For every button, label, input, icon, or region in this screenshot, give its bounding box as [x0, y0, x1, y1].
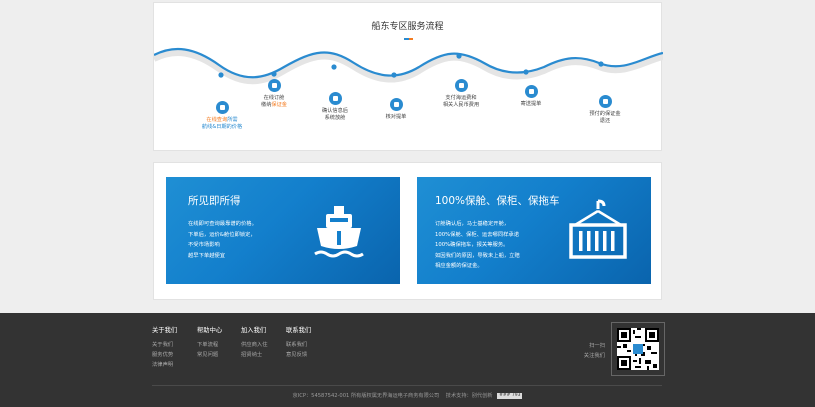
footer-column-help: 帮助中心 下单流程 常见问题	[197, 325, 222, 360]
scan-caption: 扫一扫 关注我们	[583, 343, 605, 359]
ship-icon	[314, 206, 364, 258]
footer-link[interactable]: 供应商入住	[241, 340, 268, 350]
footer-divider	[152, 385, 662, 386]
copyright: 京ICP：54587542-001 所有版权属无界海运电子商务有限公司 技术支持…	[292, 392, 523, 399]
tech-support-link[interactable]: 技术支持：别代创新	[446, 393, 493, 399]
footer-column-contact: 联系我们 联系我们 意见反馈	[286, 325, 311, 360]
feature-guarantee: 100%保舱、保柜、保拖车 订舱确认后，马士基稳定开舱， 100%保舱、保柜、运…	[417, 177, 651, 284]
process-step-6: 寄送提单	[496, 85, 566, 108]
footer-link[interactable]: 关于我们	[152, 340, 177, 350]
clipboard-icon	[389, 98, 403, 111]
footer-column-about: 关于我们 关于我们 服务优势 法律声明	[152, 325, 177, 370]
features-card: 所见即所得 在线即可查询最靠谱的价格。 下单后，运价&舱位即锁定， 不受市场影响…	[153, 162, 662, 300]
wave-dot	[523, 69, 529, 75]
wave-dot	[331, 64, 337, 70]
footer-link[interactable]: 招贤纳士	[241, 350, 268, 360]
feature-what-you-see: 所见即所得 在线即可查询最靠谱的价格。 下单后，运价&舱位即锁定， 不受市场影响…	[166, 177, 400, 284]
document-icon	[328, 92, 342, 105]
wallet-icon	[454, 79, 468, 92]
wave-dot	[218, 72, 224, 78]
footer-heading: 联系我们	[286, 327, 312, 334]
process-step-3: 确认信息后 系统放舱	[300, 92, 370, 122]
process-step-2: 在线订舱 缴纳保证金	[239, 79, 309, 109]
site-footer: 关于我们 关于我们 服务优势 法律声明 帮助中心 下单流程 常见问题 加入我们 …	[0, 313, 815, 407]
feature-description: 在线即可查询最靠谱的价格。 下单后，运价&舱位即锁定， 不受市场影响 越早下单越…	[188, 221, 257, 259]
footer-link[interactable]: 联系我们	[286, 340, 311, 350]
footer-heading: 加入我们	[241, 327, 267, 334]
footer-link[interactable]: 法律声明	[152, 360, 177, 370]
process-step-5: 支付海运费和 相关人民币费用	[426, 79, 496, 109]
process-step-4: 核对提单	[361, 98, 431, 121]
qr-code-icon	[617, 328, 659, 370]
footer-heading: 关于我们	[152, 327, 178, 334]
footer-link[interactable]: 常见问题	[197, 350, 222, 360]
stats-badge[interactable]: ### 793	[497, 392, 523, 399]
shield-icon	[267, 79, 281, 92]
footer-link[interactable]: 下单流程	[197, 340, 222, 350]
process-title: 船东专区服务流程	[371, 22, 444, 32]
service-process-card: 船东专区服务流程 在线查询所需 航线&日期的价格 在线订舱 缴纳保证金 确认信息…	[153, 2, 663, 151]
wave-dot	[456, 53, 462, 59]
wave-dot	[391, 72, 397, 78]
wave-dot	[271, 71, 277, 77]
feature-title: 所见即所得	[188, 195, 241, 207]
footer-link[interactable]: 意见反馈	[286, 350, 311, 360]
mail-icon	[524, 85, 538, 98]
feature-title: 100%保舱、保柜、保拖车	[435, 195, 560, 207]
calendar-icon	[215, 101, 229, 114]
footer-link[interactable]: 服务优势	[152, 350, 177, 360]
feature-description: 订舱确认后，马士基稳定开舱， 100%保舱、保柜、运去哪同样承诺 100%确保拖…	[435, 221, 520, 269]
wave-dot	[598, 61, 604, 67]
process-wave	[154, 48, 663, 85]
title-underline	[404, 38, 413, 40]
container-icon	[569, 199, 627, 259]
footer-heading: 帮助中心	[197, 327, 223, 334]
shield-check-icon	[598, 95, 612, 108]
footer-column-join: 加入我们 供应商入住 招贤纳士	[241, 325, 268, 360]
qr-code-frame	[611, 322, 665, 376]
process-step-7: 预付的保证金 退还	[570, 95, 640, 125]
